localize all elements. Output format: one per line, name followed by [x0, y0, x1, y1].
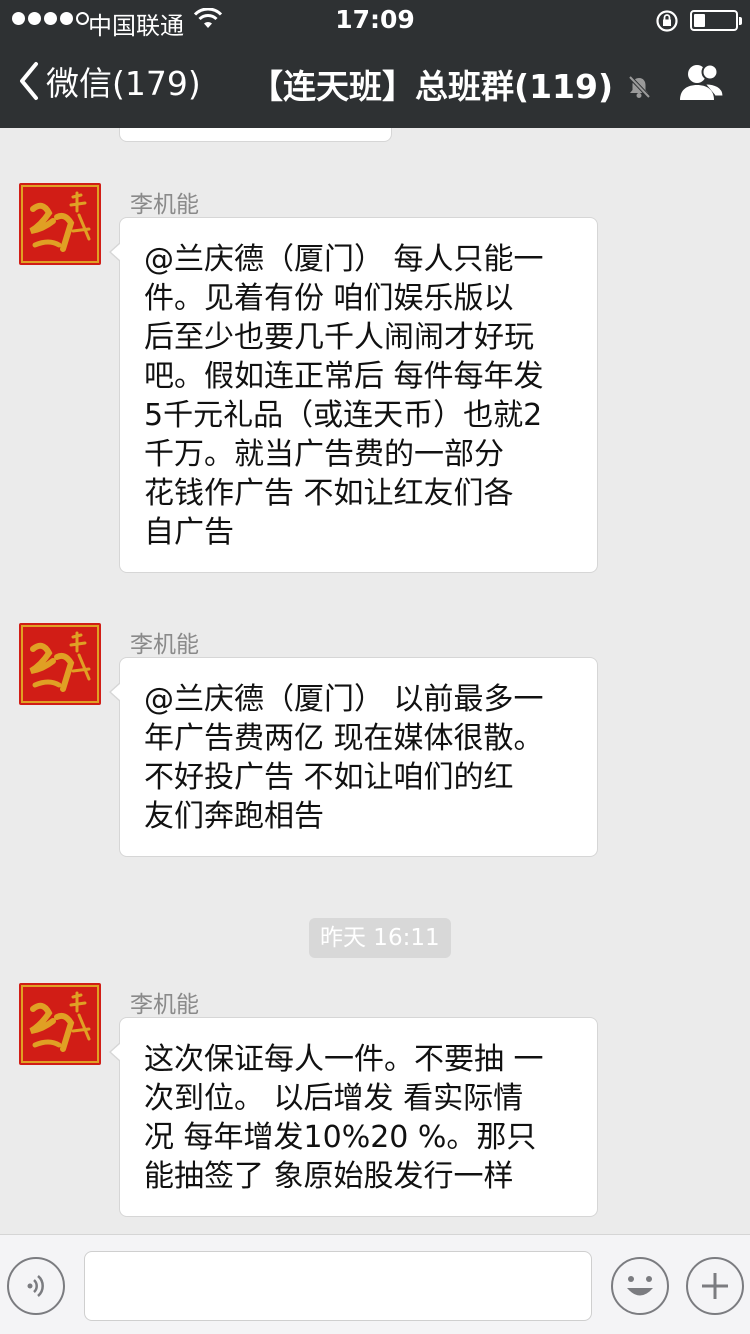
plus-icon [702, 1273, 728, 1299]
message-line: 况 每年增发10%20 %。那只 [144, 1120, 537, 1155]
sender-name: 李机能 [130, 192, 199, 218]
mute-bell-icon [628, 75, 651, 99]
avatar[interactable] [19, 183, 101, 265]
message-line: 年广告费两亿 现在媒体很散。 [144, 721, 544, 756]
status-bar: 中国联通 17:09 [0, 0, 750, 40]
rotation-lock-icon [656, 10, 678, 32]
battery-icon [690, 10, 742, 31]
more-options-button[interactable] [686, 1257, 744, 1315]
message-input[interactable] [84, 1251, 592, 1321]
avatar-logo-icon [21, 185, 99, 263]
nav-bar: 微信(179) 【连天班】总班群(119) [0, 40, 750, 128]
back-button[interactable]: 微信(179) [18, 56, 201, 106]
message-line: @兰庆德（厦门） 以前最多一 [144, 682, 544, 717]
message-bubble[interactable]: @兰庆德（厦门） 以前最多一 年广告费两亿 现在媒体很散。 不好投广告 不如让咱… [109, 657, 598, 857]
avatar[interactable] [19, 623, 101, 705]
clock: 17:09 [335, 5, 415, 34]
input-bar [0, 1234, 750, 1334]
back-label: 微信(179) [46, 64, 201, 103]
previous-message-bubble [119, 128, 392, 142]
smiley-icon [627, 1276, 653, 1296]
message-bubble[interactable]: @兰庆德（厦门） 每人只能一 件。见着有份 咱们娱乐版以 后至少也要几千人闹闹才… [109, 217, 598, 573]
chevron-left-icon [20, 62, 38, 100]
message-line: 次到位。 以后增发 看实际情 [144, 1081, 524, 1116]
timestamp-divider: 昨天 16:11 [309, 918, 451, 958]
avatar-logo-icon [21, 985, 99, 1063]
message-line: 这次保证每人一件。不要抽 一 [144, 1042, 544, 1077]
voice-input-button[interactable] [7, 1257, 65, 1315]
sender-name: 李机能 [130, 992, 199, 1018]
message-line: 件。见着有份 咱们娱乐版以 [144, 281, 514, 316]
avatar-logo-icon [21, 625, 99, 703]
chat-area[interactable]: 李机能 @兰庆德（厦门） 每人只能一 件。见着有份 咱们娱乐版以 后至少也要几千… [0, 128, 750, 1234]
voice-icon [27, 1275, 44, 1297]
message-bubble[interactable]: 这次保证每人一件。不要抽 一 次到位。 以后增发 看实际情 况 每年增发10%2… [109, 1017, 598, 1217]
top-bar: 中国联通 17:09 微信(179) 【连天班】总班群(119) [0, 0, 750, 128]
message-line: 花钱作广告 不如让红友们各 [144, 476, 514, 511]
message-line: @兰庆德（厦门） 每人只能一 [144, 242, 544, 277]
group-members-icon[interactable] [676, 62, 726, 104]
sender-name: 李机能 [130, 632, 199, 658]
emoji-button[interactable] [611, 1257, 669, 1315]
message-line: 能抽签了 象原始股发行一样 [144, 1159, 514, 1194]
message-line: 后至少也要几千人闹闹才好玩 [144, 320, 534, 355]
message-line: 千万。就当广告费的一部分 [144, 437, 504, 472]
message-line: 不好投广告 不如让咱们的红 [144, 760, 514, 795]
message-line: 吧。假如连正常后 每件每年发 [144, 359, 544, 394]
chat-title: 【连天班】总班群(119) [250, 67, 614, 106]
message-line: 友们奔跑相告 [144, 799, 324, 834]
message-line: 5千元礼品（或连天币）也就2 [144, 398, 543, 433]
avatar[interactable] [19, 983, 101, 1065]
message-line: 自广告 [144, 515, 234, 550]
